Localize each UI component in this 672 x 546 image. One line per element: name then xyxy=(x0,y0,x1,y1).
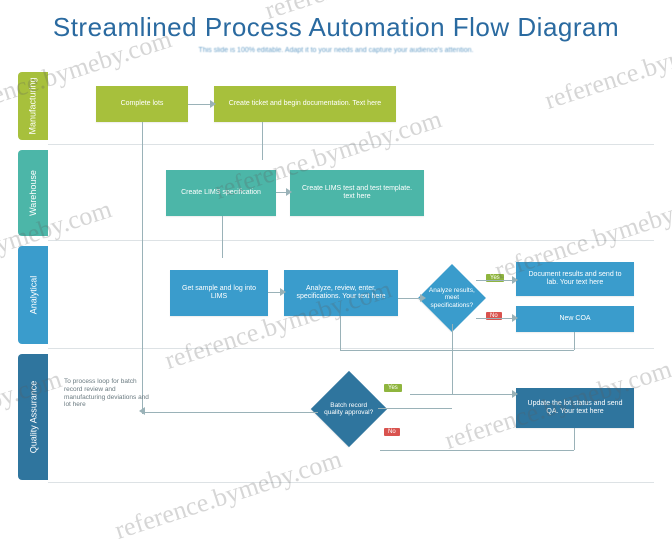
node-lims-spec: Create LIMS specification xyxy=(166,170,276,216)
connector xyxy=(340,350,574,351)
divider xyxy=(48,348,654,349)
slide: Streamlined Process Automation Flow Diag… xyxy=(0,0,672,503)
lane-labels: Manufacturing Warehouse Analytical Quali… xyxy=(18,72,48,492)
lane-label: Warehouse xyxy=(28,170,38,216)
connector xyxy=(340,316,341,350)
node-complete-lots: Complete lots xyxy=(96,86,188,122)
diagram-canvas: Manufacturing Warehouse Analytical Quali… xyxy=(18,72,654,492)
arrow-icon xyxy=(139,407,145,415)
node-lims-test: Create LIMS test and test template. text… xyxy=(290,170,424,216)
lane-warehouse: Warehouse xyxy=(18,150,48,236)
lane-analytical: Analytical xyxy=(18,246,48,344)
decision-batch-record: Batch record quality approval? xyxy=(311,371,387,447)
decision-label: Batch record quality approval? xyxy=(322,402,376,417)
lane-label: Quality Assurance xyxy=(28,381,38,454)
arrow-icon xyxy=(210,100,216,108)
connector xyxy=(476,318,516,319)
decision-label: Analyze results, meet specifications? xyxy=(428,287,476,309)
connector xyxy=(574,428,575,450)
arrow-icon xyxy=(420,294,426,302)
slide-title: Streamlined Process Automation Flow Diag… xyxy=(18,12,654,43)
arrow-icon xyxy=(512,314,518,322)
divider xyxy=(48,240,654,241)
node-update-lot-status: Update the lot status and send QA. Your … xyxy=(516,388,634,428)
node-new-coa: New COA xyxy=(516,306,634,332)
tag-yes: Yes xyxy=(384,384,402,392)
connector xyxy=(142,412,318,413)
connector xyxy=(452,324,453,394)
divider xyxy=(48,144,654,145)
arrow-icon xyxy=(286,188,292,196)
connector xyxy=(262,122,263,160)
connector xyxy=(380,450,574,451)
connector xyxy=(410,394,516,395)
decision-analyze-results: Analyze results, meet specifications? xyxy=(418,264,486,332)
lane-quality-assurance: Quality Assurance xyxy=(18,354,48,480)
lane-label: Analytical xyxy=(28,276,38,315)
arrow-icon xyxy=(280,288,286,296)
connector xyxy=(378,408,452,409)
lane-manufacturing: Manufacturing xyxy=(18,72,48,140)
connector xyxy=(142,122,143,414)
lane-label: Manufacturing xyxy=(28,77,38,134)
arrow-icon xyxy=(512,276,518,284)
arrow-icon xyxy=(512,390,518,398)
connector xyxy=(574,332,575,350)
connector xyxy=(476,280,516,281)
node-get-sample: Get sample and log into LIMS xyxy=(170,270,268,316)
slide-subtitle: This slide is 100% editable. Adapt it to… xyxy=(18,47,654,54)
node-document-results: Document results and send to lab. Your t… xyxy=(516,262,634,296)
connector xyxy=(222,216,223,258)
note-process-loop: To process loop for batch record review … xyxy=(64,378,152,409)
node-create-ticket: Create ticket and begin documentation. T… xyxy=(214,86,396,122)
node-analyze-review: Analyze, review, enter, specifications. … xyxy=(284,270,398,316)
tag-no: No xyxy=(384,428,400,436)
divider xyxy=(48,482,654,483)
